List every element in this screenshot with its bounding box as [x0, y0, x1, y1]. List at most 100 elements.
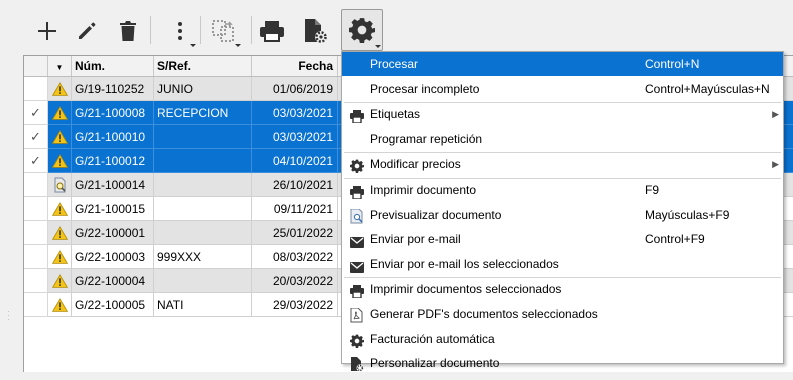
- menu-item-programar-repeticion[interactable]: Programar repetición: [342, 127, 783, 151]
- row-status: [48, 269, 72, 293]
- printer-icon: [350, 107, 364, 124]
- actions-context-menu: Procesar Control+N Procesar incompleto Cont…: [341, 51, 784, 372]
- submenu-arrow-icon: ▶: [772, 159, 779, 170]
- cell-num: G/19-110252: [72, 77, 154, 101]
- menu-item-etiquetas[interactable]: Etiquetas ▶: [342, 102, 783, 126]
- menu-item-imprimir-documento[interactable]: Imprimir documento F9: [342, 178, 783, 202]
- menu-item-generar-pdf-s-documentos-seleccionados[interactable]: Generar PDF's documentos seleccionados: [342, 302, 783, 326]
- menu-item-shortcut: F9: [645, 183, 660, 197]
- checkmark-icon: ✓: [30, 153, 41, 168]
- row-check[interactable]: [24, 269, 48, 293]
- toolbar: [0, 0, 793, 52]
- menu-item-modificar-precios[interactable]: Modificar precios ▶: [342, 152, 783, 176]
- menu-item-enviar-por-e-mail[interactable]: Enviar por e-mail Control+F9: [342, 227, 783, 251]
- menu-item-procesar-incompleto[interactable]: Procesar incompleto Control+Mayúsculas+N: [342, 77, 783, 101]
- document-gear-icon: [350, 356, 364, 372]
- checkmark-icon: ✓: [30, 105, 41, 120]
- row-check[interactable]: [24, 173, 48, 197]
- menu-item-facturacion-automatica[interactable]: Facturación automática: [342, 327, 783, 351]
- actions-menu-button[interactable]: [341, 9, 383, 51]
- checkmark-icon: ✓: [30, 129, 41, 144]
- row-check[interactable]: [24, 221, 48, 245]
- preview-icon: [350, 208, 364, 224]
- row-status: [48, 77, 72, 101]
- warning-icon: [51, 297, 68, 312]
- menu-item-label: Enviar por e-mail los seleccionados: [370, 256, 559, 271]
- cell-num: G/22-100003: [72, 245, 154, 269]
- warning-icon: [51, 201, 68, 216]
- row-check[interactable]: [24, 245, 48, 269]
- cell-ref: NATI: [154, 293, 252, 317]
- warning-icon: [51, 273, 68, 288]
- pencil-icon: [79, 22, 96, 39]
- copy-document-button[interactable]: [208, 13, 242, 49]
- cell-num: G/21-100010: [72, 125, 154, 149]
- cell-num: G/22-100004: [72, 269, 154, 293]
- row-check[interactable]: [24, 77, 48, 101]
- printer-icon: [350, 183, 364, 200]
- row-check[interactable]: [24, 293, 48, 317]
- warning-icon: [51, 81, 68, 96]
- menu-item-label: Personalizar documento: [370, 356, 500, 371]
- cell-fecha: 01/06/2019: [252, 77, 338, 101]
- edit-button[interactable]: [73, 13, 101, 49]
- cell-fecha: 29/03/2022: [252, 293, 338, 317]
- row-status: [48, 293, 72, 317]
- cell-ref: RECEPCION: [154, 101, 252, 125]
- menu-item-enviar-por-e-mail-los-seleccionados[interactable]: Enviar por e-mail los seleccionados: [342, 252, 783, 276]
- menu-item-previsualizar-documento[interactable]: Previsualizar documento Mayúsculas+F9: [342, 203, 783, 227]
- left-gutter: · · ·: [0, 55, 22, 371]
- header-flag-column[interactable]: ▼: [48, 56, 72, 76]
- new-button[interactable]: [33, 13, 61, 49]
- printer-icon: [350, 282, 364, 300]
- header-num[interactable]: Núm.: [72, 56, 154, 76]
- cell-ref: [154, 125, 252, 149]
- toolbar-separator: [251, 16, 252, 44]
- gear-icon: [349, 18, 375, 43]
- document-gear-icon: [305, 19, 327, 43]
- more-vertical-icon: [178, 22, 182, 40]
- warning-icon: [51, 105, 68, 120]
- menu-item-label: Procesar incompleto: [370, 81, 480, 96]
- cell-ref: [154, 149, 252, 173]
- menu-item-label: Facturación automática: [370, 331, 495, 346]
- cell-fecha: 20/03/2022: [252, 269, 338, 293]
- cell-ref: [154, 221, 252, 245]
- menu-item-imprimir-documentos-seleccionados[interactable]: Imprimir documentos seleccionados: [342, 277, 783, 301]
- row-status: [48, 245, 72, 269]
- menu-item-procesar[interactable]: Procesar Control+N: [342, 52, 783, 76]
- row-check[interactable]: ✓: [24, 125, 48, 149]
- menu-item-shortcut: Mayúsculas+F9: [645, 207, 730, 222]
- menu-item-personalizar-documento[interactable]: Personalizar documento: [342, 351, 783, 375]
- warning-icon: [51, 225, 68, 240]
- cell-fecha: 03/03/2021: [252, 125, 338, 149]
- header-check-column[interactable]: [24, 56, 48, 76]
- splitter-handle[interactable]: · · ·: [7, 308, 10, 324]
- header-fecha[interactable]: Fecha: [252, 56, 338, 76]
- cell-ref: JUNIO: [154, 77, 252, 101]
- trash-icon: [120, 21, 136, 41]
- menu-item-shortcut: Control+Mayúsculas+N: [645, 81, 770, 96]
- menu-item-label: Etiquetas: [370, 107, 421, 122]
- envelope-icon: [350, 232, 364, 249]
- delete-button[interactable]: [114, 13, 142, 49]
- row-status: [48, 101, 72, 125]
- row-check[interactable]: ✓: [24, 101, 48, 125]
- cell-num: G/21-100012: [72, 149, 154, 173]
- document-settings-button[interactable]: [298, 13, 332, 49]
- menu-item-label: Modificar precios: [370, 157, 461, 172]
- more-options-button[interactable]: [166, 13, 196, 49]
- cell-fecha: 08/03/2022: [252, 245, 338, 269]
- print-button[interactable]: [256, 13, 288, 49]
- cell-fecha: 09/11/2021: [252, 197, 338, 221]
- dropdown-arrow-icon: [235, 44, 241, 47]
- cell-ref: [154, 173, 252, 197]
- menu-item-label: Imprimir documento: [370, 183, 477, 197]
- cell-ref: [154, 269, 252, 293]
- cell-fecha: 04/10/2021: [252, 149, 338, 173]
- dropdown-arrow-icon: [375, 45, 381, 48]
- warning-icon: [51, 153, 68, 168]
- row-check[interactable]: [24, 197, 48, 221]
- row-check[interactable]: ✓: [24, 149, 48, 173]
- header-ref[interactable]: S/Ref.: [154, 56, 252, 76]
